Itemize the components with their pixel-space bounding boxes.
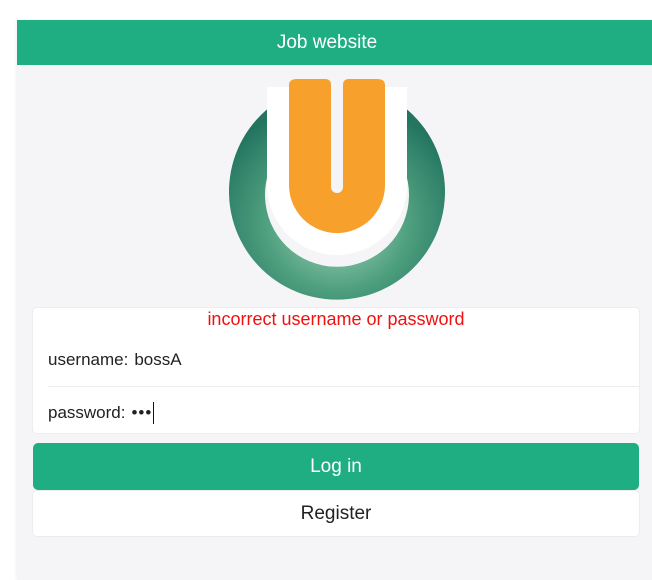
login-form: incorrect username or password username:… (33, 308, 639, 433)
error-message: incorrect username or password (207, 309, 465, 329)
u-logo-icon (229, 79, 445, 300)
app-header: Job website (17, 20, 652, 65)
text-caret (153, 402, 155, 424)
app-frame: Job website incorrect username or passwo… (17, 20, 652, 580)
register-button[interactable]: Register (33, 491, 639, 536)
login-button[interactable]: Log in (33, 443, 639, 490)
username-row: username: (48, 334, 639, 387)
username-label: username: (48, 350, 129, 369)
password-input[interactable]: ••• (131, 403, 152, 423)
password-row: password: ••• (48, 387, 639, 439)
username-input[interactable] (134, 350, 255, 370)
password-label: password: (48, 403, 126, 422)
page-title: Job website (276, 31, 378, 53)
